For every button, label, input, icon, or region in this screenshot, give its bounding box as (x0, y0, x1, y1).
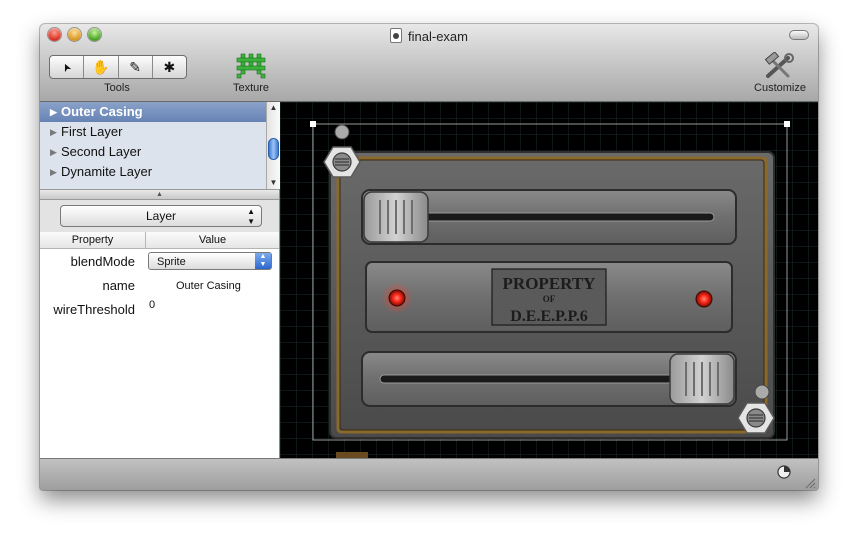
property-row-wirethreshold: wireThreshold 0 (40, 298, 279, 320)
gear-tool-button[interactable]: ✱ (153, 56, 186, 78)
pie-progress-icon[interactable] (777, 465, 791, 479)
wirethreshold-value-field[interactable]: 0 (149, 299, 155, 311)
inspector-panel: Layer ▲ ▼ Property Value blendMode Sprite… (40, 200, 279, 458)
inspector-mode-popup[interactable]: Layer ▲ ▼ (60, 205, 262, 227)
disclosure-triangle-icon[interactable]: ▶ (50, 102, 57, 122)
document-icon (390, 28, 403, 43)
scroll-up-arrow-icon[interactable]: ▲ (267, 102, 280, 114)
pencil-tool-button[interactable]: ✎ (119, 56, 153, 78)
layer-list: ▶ Outer Casing ▶ First Layer ▶ Second Layer… (40, 102, 266, 189)
disclosure-triangle-icon[interactable]: ▶ (50, 162, 57, 182)
hand-tool-button[interactable]: ✋ (84, 56, 119, 78)
property-column-header[interactable]: Property (40, 232, 146, 248)
pencil-icon: ✎ (129, 58, 141, 75)
left-red-light[interactable] (388, 289, 406, 307)
property-row-blendmode: blendMode Sprite ▲ ▼ (40, 250, 279, 272)
top-slider[interactable] (361, 189, 737, 245)
customize-label[interactable]: Customize (748, 82, 812, 94)
property-key: wireThreshold (53, 302, 135, 317)
inspector-header: Layer ▲ ▼ (40, 200, 279, 232)
layer-item-outer-casing[interactable]: ▶ Outer Casing (40, 102, 266, 122)
name-value-field[interactable]: Outer Casing (176, 280, 241, 292)
tools-segmented-control: ➤ ✋ ✎ ✱ (49, 55, 187, 79)
right-red-light[interactable] (695, 290, 713, 308)
arrow-tool-button[interactable]: ➤ (50, 56, 85, 78)
split-view-divider[interactable]: ▲ (40, 189, 279, 200)
arrow-icon: ➤ (59, 60, 75, 74)
updown-arrows-icon: ▲ ▼ (247, 207, 255, 226)
plate-label-line3: D.E.E.P.P.6 (510, 308, 588, 325)
sidebar: ▶ Outer Casing ▶ First Layer ▶ Second Layer… (40, 102, 280, 458)
editor-canvas[interactable]: PROPERTY OF D.E.E.P.P.6 (280, 102, 818, 458)
resize-grip-icon[interactable] (804, 477, 816, 489)
layer-item-first-layer[interactable]: ▶ First Layer (40, 122, 266, 142)
layer-item-dynamite-layer[interactable]: ▶ Dynamite Layer (40, 162, 266, 182)
texture-label[interactable]: Texture (225, 82, 277, 94)
blendmode-select[interactable]: Sprite ▲ ▼ (148, 252, 272, 270)
texture-icon[interactable] (235, 52, 267, 80)
disclosure-triangle-icon[interactable]: ▶ (50, 122, 57, 142)
tools-label: Tools (104, 82, 130, 94)
layer-list-scrollbar[interactable]: ▲ ▼ (266, 102, 280, 189)
scroll-down-arrow-icon[interactable]: ▼ (267, 177, 280, 189)
gear-icon: ✱ (163, 58, 176, 75)
plate-label-line1: PROPERTY (503, 274, 596, 293)
canvas-artwork[interactable]: PROPERTY OF D.E.E.P.P.6 (280, 102, 818, 458)
property-table-header: Property Value (40, 232, 279, 249)
toolbar-toggle-button[interactable] (789, 30, 809, 40)
status-bar (40, 458, 818, 490)
disclosure-triangle-icon[interactable]: ▶ (50, 142, 57, 162)
label-panel: PROPERTY OF D.E.E.P.P.6 (365, 261, 733, 333)
scrollbar-thumb[interactable] (268, 138, 279, 160)
property-key: name (102, 278, 135, 293)
updown-arrows-icon: ▲ ▼ (255, 253, 271, 269)
customize-icon[interactable] (762, 52, 796, 80)
toolbar: final-exam ➤ ✋ ✎ ✱ Tools Texture Customi… (40, 24, 818, 102)
layer-item-second-layer[interactable]: ▶ Second Layer (40, 142, 266, 162)
hand-icon: ✋ (92, 58, 110, 75)
window-title: final-exam (40, 28, 818, 44)
app-window: final-exam ➤ ✋ ✎ ✱ Tools Texture Customi… (40, 24, 818, 490)
bottom-slider[interactable] (361, 351, 737, 407)
property-key: blendMode (70, 254, 135, 269)
property-row-name: name Outer Casing (40, 274, 279, 296)
value-column-header[interactable]: Value (146, 232, 279, 248)
plate-label-line2: OF (543, 294, 556, 304)
